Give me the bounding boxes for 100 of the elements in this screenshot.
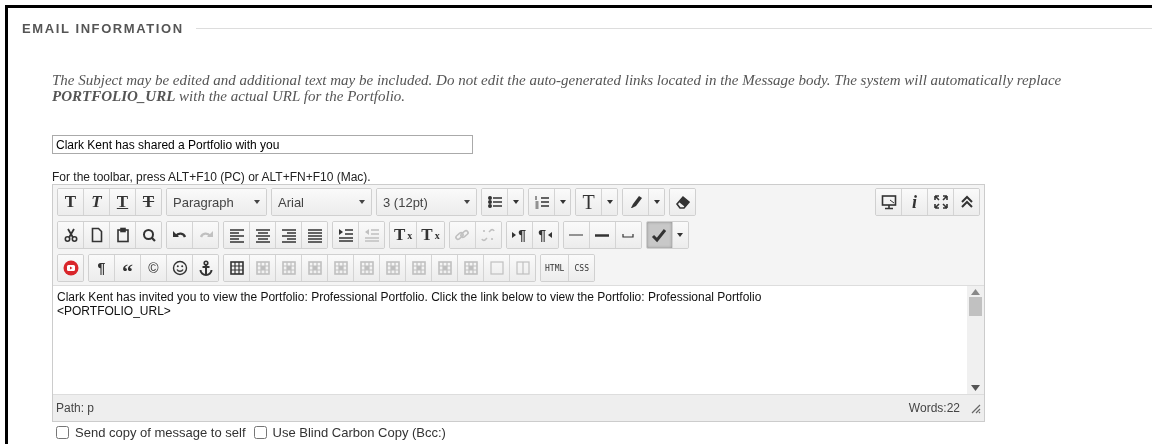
special-character-button[interactable]: © (141, 255, 167, 281)
align-center-button[interactable] (250, 222, 276, 248)
table-grid-icon (358, 260, 375, 276)
message-body-text[interactable]: Clark Kent has invited you to view the Portfolio: Professional Portfolio. Click the link below to view the Portfolio: Professional Portfolio <PORTFOLIO_URL> (57, 290, 842, 318)
css-button[interactable]: CSS (569, 255, 595, 281)
italic-button[interactable]: T (84, 189, 110, 215)
thick-line-icon (595, 233, 610, 237)
align-right-icon (280, 227, 297, 243)
html-button[interactable]: HTML (541, 255, 570, 281)
checkmark-icon (651, 227, 668, 243)
info-button[interactable]: i (902, 189, 928, 215)
checkbox[interactable] (253, 426, 267, 439)
caret-icon (254, 200, 260, 204)
split-square-icon (514, 260, 531, 276)
text-color-button[interactable]: T (576, 189, 602, 215)
video-icon (62, 260, 79, 276)
nbsp-button[interactable] (615, 222, 641, 248)
table-grid-icon (410, 260, 427, 276)
thick-hr-button[interactable] (589, 222, 616, 248)
scrollbar[interactable] (967, 286, 984, 394)
checkbox[interactable] (56, 426, 69, 439)
dropdown-arrow-button[interactable] (602, 189, 617, 215)
align-right-button[interactable] (276, 222, 302, 248)
underline-button[interactable]: T (110, 189, 136, 215)
align-left-icon (228, 227, 245, 243)
video-button[interactable] (58, 255, 83, 281)
indent-button[interactable] (333, 222, 359, 248)
paste-button[interactable] (110, 222, 136, 248)
space-icon (622, 232, 635, 238)
subject-field[interactable]: Clark Kent has shared a Portfolio with you (52, 135, 473, 154)
strikethrough-button[interactable]: T (136, 189, 161, 215)
bold-button[interactable]: T (58, 189, 84, 215)
align-left-button[interactable] (224, 222, 250, 248)
table-icon (228, 260, 245, 276)
bullet-list-icon (486, 194, 503, 210)
right-to-left-button[interactable]: ¶ (532, 222, 558, 248)
clipboard-icon (114, 227, 131, 243)
scroll-thumb[interactable] (969, 297, 982, 316)
undo-button[interactable] (167, 222, 193, 248)
find-button[interactable] (136, 222, 161, 248)
resize-grip-icon[interactable] (970, 402, 981, 414)
caret-icon (606, 200, 613, 204)
monitor-icon (880, 194, 897, 210)
chain-link-icon (454, 227, 471, 243)
table-grid-icon (306, 260, 323, 276)
cut-button[interactable] (58, 222, 84, 248)
collapse-button[interactable] (954, 189, 979, 215)
square-icon (488, 260, 505, 276)
fullscreen-button[interactable] (928, 189, 954, 215)
broken-chain-icon (480, 227, 497, 243)
caret-icon (359, 200, 365, 204)
triangle-icon (512, 232, 517, 238)
table-grid-icon (254, 260, 271, 276)
align-justify-button[interactable] (302, 222, 327, 248)
highlighter-button[interactable] (623, 189, 649, 215)
caret-icon (559, 200, 566, 204)
horizontal-line-icon (569, 234, 584, 236)
monitor-button[interactable] (876, 189, 902, 215)
scroll-up-arrow-icon[interactable] (971, 289, 980, 295)
blockquote-button[interactable]: “ (115, 255, 141, 281)
anchor-icon (197, 260, 214, 276)
indent-icon (337, 227, 354, 243)
scissors-icon (62, 227, 79, 243)
checkbox-label: Send copy of message to self (75, 425, 246, 440)
left-to-right-button[interactable]: ¶ (506, 222, 533, 248)
caret-icon (653, 200, 660, 204)
triangle-icon (548, 232, 553, 238)
table-grid-icon (436, 260, 453, 276)
caret-icon (464, 200, 470, 204)
toolbar-hint-text: For the toolbar, press ALT+F10 (PC) or ALT+FN+F10 (Mac). (52, 170, 372, 184)
dropdown[interactable]: Arial (272, 189, 371, 215)
bullet-list-button[interactable] (482, 189, 508, 215)
hr-button[interactable] (563, 222, 590, 248)
dropdown-arrow-button[interactable] (555, 189, 570, 215)
fullscreen-icon (932, 194, 949, 210)
align-justify-icon (306, 227, 323, 243)
smiley-icon (171, 260, 188, 276)
numbered-list-icon (533, 194, 550, 210)
new-doc-button[interactable] (84, 222, 110, 248)
dropdown-arrow-button[interactable] (508, 189, 523, 215)
outdent-icon (363, 227, 380, 243)
table-grid-icon (462, 260, 479, 276)
table-button[interactable] (224, 255, 250, 281)
scroll-down-arrow-icon[interactable] (971, 385, 980, 391)
spellcheck-button[interactable] (646, 222, 673, 248)
eraser-icon (674, 194, 691, 210)
numbered-list-button[interactable] (529, 189, 555, 215)
eraser-button[interactable] (670, 189, 695, 215)
dropdown-arrow-button[interactable] (649, 189, 664, 215)
search-icon (140, 227, 157, 243)
table-grid-icon (280, 260, 297, 276)
smiley-button[interactable] (167, 255, 193, 281)
word-count-text: Words:22 (908, 401, 960, 415)
table-grid-icon (332, 260, 349, 276)
instructions-text: The Subject may be edited and additional text may be included. Do not edit the auto-generated links located in the Message body. The system will automatically replace PORTFOLIO_URL with the actual URL for the Portfolio. (52, 72, 1063, 104)
dropdown[interactable]: 3 (12pt) (377, 189, 476, 215)
dropdown[interactable]: Paragraph (167, 189, 266, 215)
anchor-button[interactable] (193, 255, 218, 281)
paragraph-mark-button[interactable]: ¶ (89, 255, 115, 281)
checkbox-label: Use Blind Carbon Copy (Bcc:) (272, 425, 446, 440)
